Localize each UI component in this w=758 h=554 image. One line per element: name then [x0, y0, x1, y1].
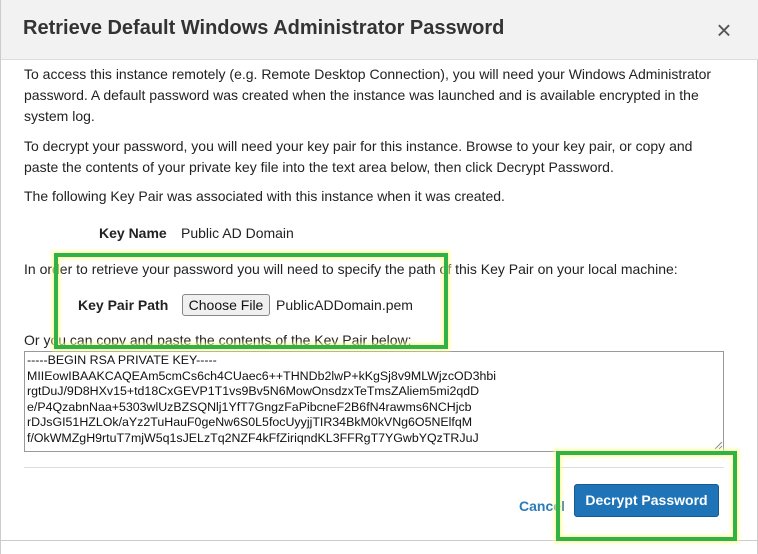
key-pair-association-text: The following Key Pair was associated wi…	[24, 188, 505, 204]
dialog-header: Retrieve Default Windows Administrator P…	[1, 0, 758, 60]
decrypt-button-highlight	[556, 451, 737, 541]
key-name-value: Public AD Domain	[181, 225, 294, 241]
dialog-title: Retrieve Default Windows Administrator P…	[23, 17, 505, 39]
private-key-textarea[interactable]: -----BEGIN RSA PRIVATE KEY----- MIIEowIB…	[24, 351, 724, 452]
key-name-label: Key Name	[99, 225, 167, 241]
key-pair-path-highlight	[54, 253, 448, 349]
intro-paragraph: To access this instance remotely (e.g. R…	[24, 66, 712, 124]
instructions-paragraph: To decrypt your password, you will need …	[24, 138, 693, 175]
resize-grip-icon[interactable]	[713, 440, 723, 450]
close-icon[interactable]: ×	[713, 17, 735, 43]
